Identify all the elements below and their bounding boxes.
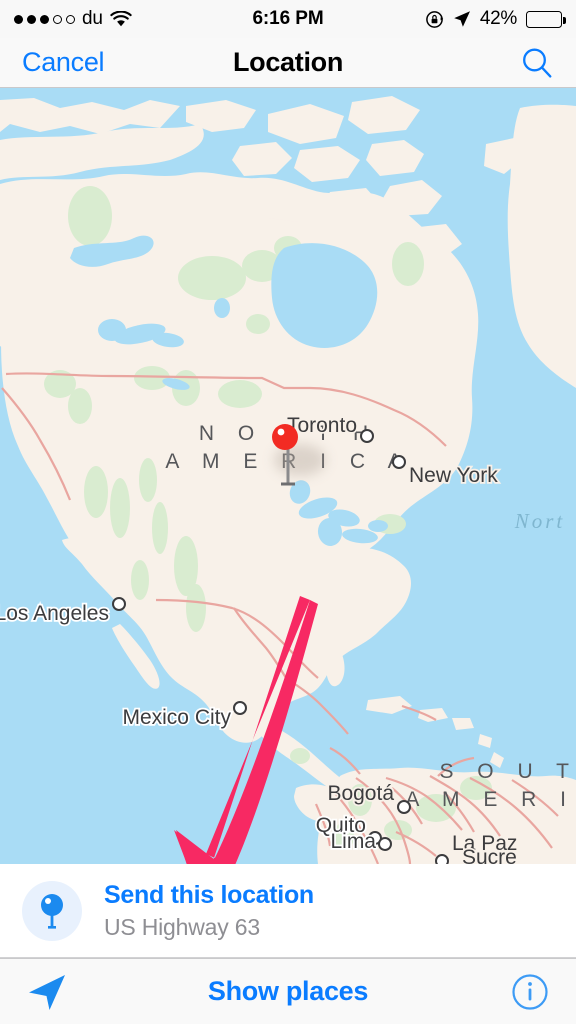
bottom-toolbar: Show places [0,958,576,1024]
signal-dot-filled [27,14,36,24]
location-arrow-icon [453,10,471,28]
signal-dot-empty [53,14,62,24]
battery-icon [526,10,566,28]
signal-strength-dots [14,14,75,24]
location-pin-icon [22,880,82,941]
info-circle-icon[interactable] [510,972,550,1012]
navigation-bar: Cancel Location [0,38,576,88]
send-location-title: Send this location [104,880,314,909]
show-places-button[interactable]: Show places [0,976,576,1007]
status-bar: du 6:16 PM 42% [0,0,576,38]
map-pin-highlight [277,428,285,436]
rotation-lock-icon [425,10,444,29]
map-view[interactable]: N O R T H A M E R I C A S O U T H A M E … [0,88,576,864]
dropped-pin[interactable] [0,88,576,864]
send-location-subtitle: US Highway 63 [104,913,260,940]
cancel-button[interactable]: Cancel [22,47,105,78]
status-bar-right: 42% [425,8,566,30]
status-bar-left: du [14,8,132,30]
send-this-location-row[interactable]: Send this location US Highway 63 [0,864,576,958]
signal-dot-filled [40,14,49,24]
location-picker-screen: du 6:16 PM 42% Cancel Location N O T A M… [0,0,576,1024]
send-location-text: Send this location US Highway 63 [104,881,314,940]
signal-dot-empty [66,14,75,24]
signal-dot-filled [14,14,23,24]
battery-percent-label: 42% [479,8,517,29]
map-pin-head [272,424,298,450]
navigation-arrow-icon[interactable] [26,972,70,1012]
search-icon[interactable] [520,46,554,80]
carrier-label: du [82,8,103,29]
wifi-icon [110,10,132,28]
